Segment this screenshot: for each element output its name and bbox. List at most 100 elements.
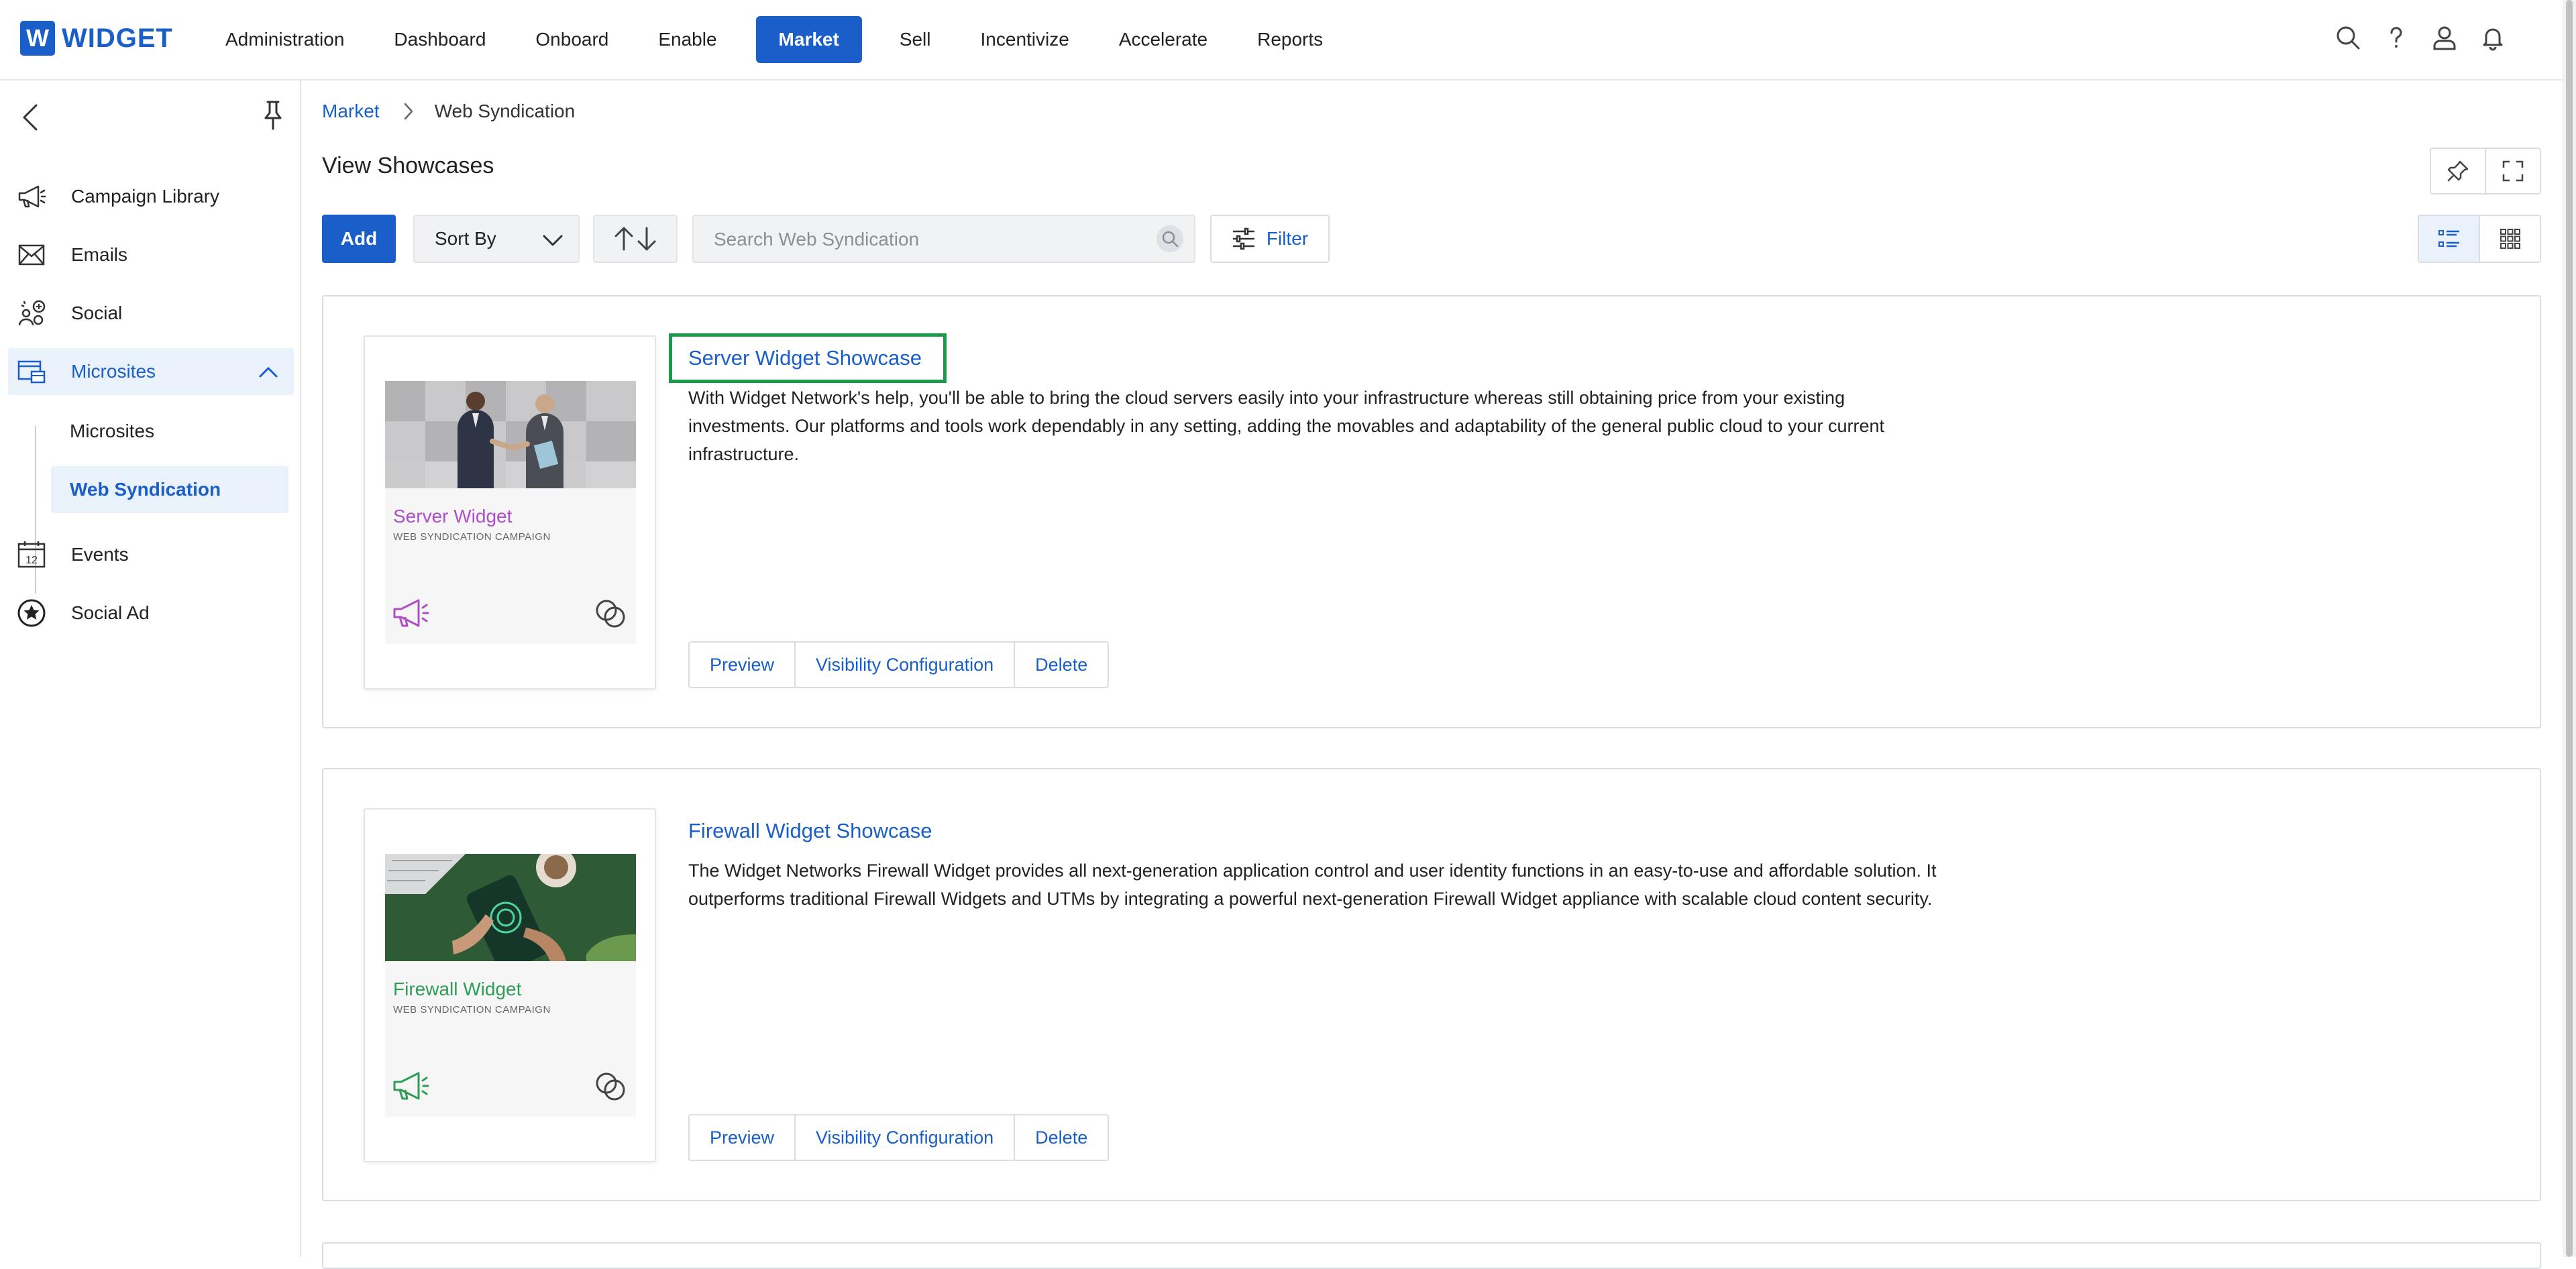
sidebar-item-social-ad[interactable]: Social Ad — [8, 590, 294, 637]
sidebar-item-label: Social — [71, 302, 123, 323]
list-view-icon — [2438, 230, 2459, 247]
showcase-title-link[interactable]: Server Widget Showcase — [669, 333, 947, 383]
preview-button[interactable]: Preview — [690, 643, 794, 687]
user-icon[interactable] — [2428, 21, 2461, 54]
megaphone-icon — [393, 599, 429, 627]
showcase-title-link[interactable]: Firewall Widget Showcase — [672, 810, 946, 852]
sidebar-item-label: Emails — [71, 244, 128, 265]
preview-button[interactable]: Preview — [690, 1115, 794, 1160]
nav-reports[interactable]: Reports — [1233, 16, 1347, 63]
showcase-actions: Preview Visibility Configuration Delete — [688, 1114, 1110, 1161]
nav-onboard[interactable]: Onboard — [511, 16, 633, 63]
showcase-card: Server Widget WEB SYNDICATION CAMPAIGN S… — [322, 295, 2541, 728]
sidebar-item-label: Social Ad — [71, 602, 150, 623]
calendar-icon: 12 — [13, 537, 50, 573]
sort-by-label: Sort By — [435, 228, 496, 249]
visibility-configuration-button[interactable]: Visibility Configuration — [794, 643, 1014, 687]
search-field — [692, 215, 1195, 263]
star-badge-icon — [13, 595, 50, 631]
delete-button[interactable]: Delete — [1014, 643, 1108, 687]
search-input[interactable] — [694, 216, 1144, 263]
sidebar-item-events[interactable]: 12 Events — [8, 531, 294, 578]
envelope-icon — [13, 237, 50, 273]
business-handshake-photo — [385, 381, 636, 488]
megaphone-icon — [13, 178, 50, 215]
sidebar-item-label: Events — [71, 544, 129, 565]
scrollbar-thumb[interactable] — [2566, 0, 2573, 1257]
sidebar-item-label: Campaign Library — [71, 186, 219, 207]
link-rings-icon — [596, 1072, 625, 1101]
microsite-icon — [13, 353, 50, 390]
collapse-sidebar-button[interactable] — [20, 101, 50, 134]
breadcrumb-link-market[interactable]: Market — [322, 101, 380, 122]
pin-icon[interactable] — [258, 99, 288, 131]
breadcrumb-current: Web Syndication — [434, 101, 576, 121]
chevron-down-icon — [542, 231, 564, 250]
main-nav: Administration Dashboard Onboard Enable … — [201, 16, 1348, 63]
showcase-thumbnail[interactable]: Firewall Widget WEB SYNDICATION CAMPAIGN — [364, 808, 656, 1162]
sidebar-item-label: Microsites — [71, 361, 156, 382]
page-title: View Showcases — [322, 153, 494, 178]
nav-accelerate[interactable]: Accelerate — [1095, 16, 1232, 63]
showcase-thumbnail[interactable]: Server Widget WEB SYNDICATION CAMPAIGN — [364, 335, 656, 689]
grid-view-button[interactable] — [2479, 216, 2540, 262]
toolbar: Add Sort By Filter — [322, 215, 2541, 263]
thumbnail-title: Firewall Widget — [393, 979, 522, 999]
sort-arrows-icon — [614, 227, 656, 251]
sidebar-item-microsites[interactable]: Microsites — [8, 348, 294, 395]
search-submit-icon[interactable] — [1157, 225, 1183, 252]
social-icon — [13, 295, 50, 331]
nav-sell[interactable]: Sell — [875, 16, 955, 63]
svg-text:12: 12 — [25, 555, 38, 566]
thumbnail-preview: Server Widget WEB SYNDICATION CAMPAIGN — [385, 381, 636, 644]
page-scrollbar[interactable] — [2563, 0, 2576, 1257]
phone-security-photo — [385, 854, 636, 961]
sidebar: Campaign Library Emails Social Microsite… — [0, 80, 301, 1257]
sidebar-subitem-web-syndication[interactable]: Web Syndication — [51, 466, 288, 513]
bell-icon[interactable] — [2477, 21, 2509, 54]
layout-toggle — [2418, 215, 2541, 263]
grid-view-icon — [2500, 229, 2520, 249]
link-rings-icon — [596, 600, 625, 628]
logo-text: WIDGET — [62, 23, 173, 53]
fullscreen-button[interactable] — [2485, 149, 2540, 193]
pin-page-button[interactable] — [2431, 149, 2485, 193]
list-view-button[interactable] — [2419, 216, 2479, 262]
top-icon-group — [2316, 21, 2509, 54]
nav-enable[interactable]: Enable — [634, 16, 741, 63]
nav-dashboard[interactable]: Dashboard — [370, 16, 510, 63]
thumbnail-title: Server Widget — [393, 506, 513, 527]
breadcrumb: Market Web Syndication — [322, 101, 575, 122]
thumbnail-preview: Firewall Widget WEB SYNDICATION CAMPAIGN — [385, 854, 636, 1117]
view-options — [2430, 148, 2541, 195]
sidebar-subitem-microsites[interactable]: Microsites — [51, 408, 288, 455]
nav-administration[interactable]: Administration — [201, 16, 368, 63]
visibility-configuration-button[interactable]: Visibility Configuration — [794, 1115, 1014, 1160]
add-button[interactable]: Add — [322, 215, 396, 263]
sliders-icon — [1232, 227, 1254, 250]
help-icon[interactable] — [2380, 21, 2412, 54]
brand-logo[interactable]: W WIDGET — [20, 20, 173, 56]
thumbnail-subtitle: WEB SYNDICATION CAMPAIGN — [393, 531, 551, 543]
nav-market[interactable]: Market — [755, 16, 862, 63]
sort-direction-button[interactable] — [593, 215, 678, 263]
sidebar-item-social[interactable]: Social — [8, 290, 294, 337]
filter-label: Filter — [1266, 228, 1309, 249]
filter-button[interactable]: Filter — [1210, 215, 1330, 263]
showcase-actions: Preview Visibility Configuration Delete — [688, 641, 1110, 688]
showcase-description: With Widget Network's help, you'll be ab… — [688, 388, 1885, 464]
nav-incentivize[interactable]: Incentivize — [957, 16, 1093, 63]
showcase-description: The Widget Networks Firewall Widget prov… — [688, 861, 1937, 909]
sidebar-item-campaign-library[interactable]: Campaign Library — [8, 173, 294, 220]
search-icon[interactable] — [2332, 21, 2364, 54]
chevron-right-icon — [402, 101, 415, 121]
showcase-card: Firewall Widget WEB SYNDICATION CAMPAIGN… — [322, 768, 2541, 1201]
delete-button[interactable]: Delete — [1014, 1115, 1108, 1160]
showcase-card-partial — [322, 1242, 2541, 1269]
thumbnail-subtitle: WEB SYNDICATION CAMPAIGN — [393, 1004, 551, 1015]
top-navbar: W WIDGET Administration Dashboard Onboar… — [0, 0, 2563, 80]
sidebar-item-emails[interactable]: Emails — [8, 231, 294, 278]
megaphone-icon — [393, 1072, 429, 1100]
chevron-up-icon[interactable] — [258, 362, 279, 382]
sort-by-select[interactable]: Sort By — [413, 215, 580, 263]
